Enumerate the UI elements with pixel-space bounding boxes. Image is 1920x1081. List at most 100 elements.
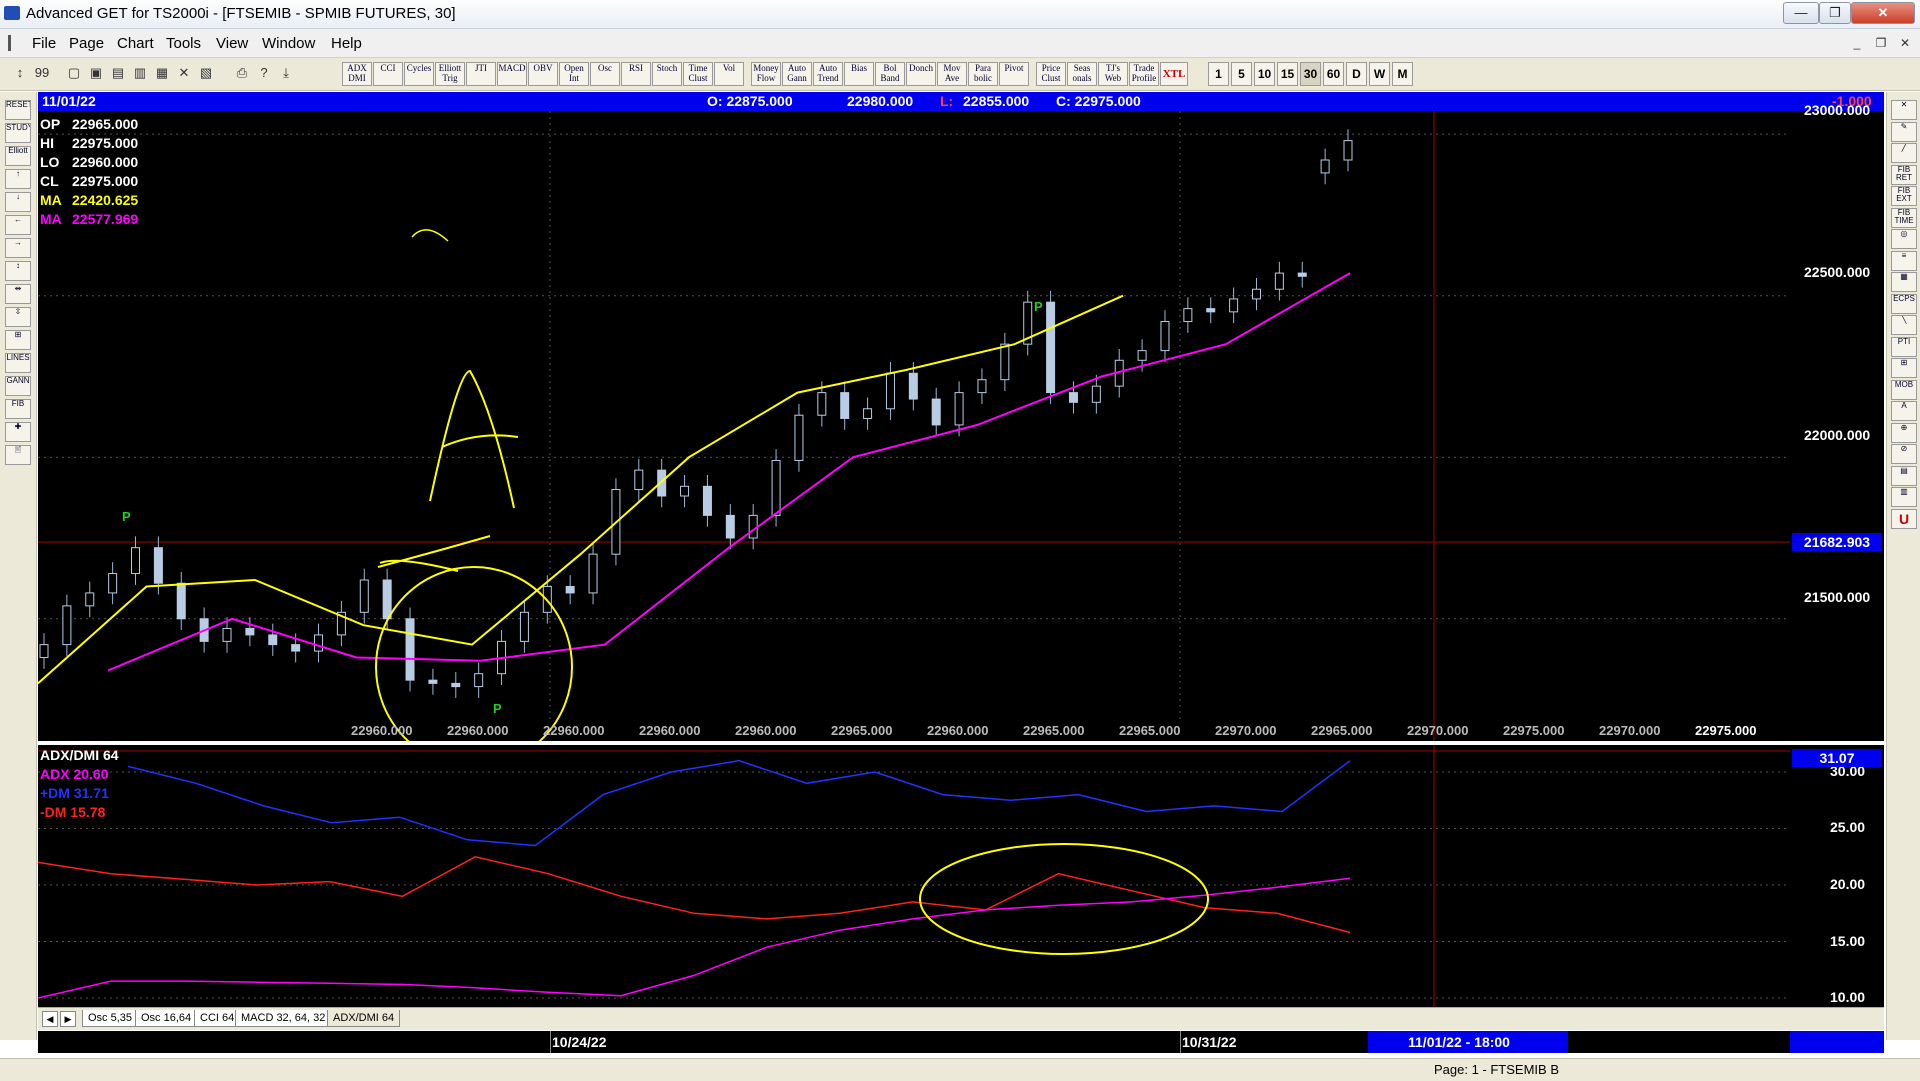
right-tool-19[interactable]: U: [1891, 508, 1917, 529]
menu-window[interactable]: Window: [262, 35, 315, 52]
study-money-flow[interactable]: Money Flow: [751, 62, 781, 86]
study-jti[interactable]: JTI: [466, 62, 496, 86]
right-tool-5[interactable]: FIB TIME: [1891, 207, 1917, 228]
left-tool-9[interactable]: ⇳: [5, 307, 31, 327]
left-tool-8[interactable]: ⇹: [5, 284, 31, 304]
right-tool-4[interactable]: FIB EXT: [1891, 186, 1917, 206]
timeframe-1[interactable]: 1: [1208, 62, 1229, 86]
tab-4[interactable]: ADX/DMI 64: [327, 1010, 401, 1027]
minimize-button[interactable]: —: [1783, 2, 1819, 24]
menu-chart[interactable]: Chart: [117, 35, 154, 52]
mdi-close-button[interactable]: ✕: [1896, 35, 1914, 51]
study-para-bolic[interactable]: Para bolic: [968, 62, 998, 86]
cursor-icon[interactable]: ↕: [10, 63, 30, 83]
study-pivot[interactable]: Pivot: [999, 62, 1029, 86]
right-tool-14[interactable]: A: [1891, 401, 1917, 421]
right-tool-10[interactable]: ╲: [1891, 315, 1917, 335]
adx-plot[interactable]: [38, 745, 1790, 1007]
right-tool-1[interactable]: ✎: [1891, 121, 1917, 142]
left-tool-12[interactable]: GANN: [5, 376, 31, 396]
right-tool-2[interactable]: ╱: [1891, 143, 1917, 163]
grid-icon[interactable]: ▧: [196, 63, 216, 83]
study-tj-s-web[interactable]: TJ's Web: [1098, 62, 1128, 86]
right-tool-7[interactable]: ≡: [1891, 250, 1917, 271]
delete-icon[interactable]: ✕: [174, 63, 194, 83]
close-button[interactable]: ✕: [1851, 2, 1915, 24]
study-osc[interactable]: Osc: [590, 62, 620, 86]
right-tool-18[interactable]: ▥: [1891, 487, 1917, 507]
timeframe-60[interactable]: 60: [1323, 62, 1344, 86]
price-scale[interactable]: 23000.000 22500.000 22000.000 21500.000 2168…: [1790, 102, 1884, 741]
left-tool-10[interactable]: ⊞: [5, 330, 31, 350]
timeframe-5[interactable]: 5: [1231, 62, 1252, 86]
study-auto-trend[interactable]: Auto Trend: [813, 62, 843, 86]
menu-page[interactable]: Page: [69, 35, 104, 52]
study-auto-gann[interactable]: Auto Gann: [782, 62, 812, 86]
study-adx-dmi[interactable]: ADX DMI: [342, 62, 372, 86]
right-tool-3[interactable]: FIB RET: [1891, 164, 1917, 185]
study-rsi[interactable]: RSI: [621, 62, 651, 86]
chart-icon[interactable]: ▥: [130, 63, 150, 83]
timeframe-d[interactable]: D: [1346, 62, 1367, 86]
mdi-minimize-button[interactable]: _: [1848, 35, 1866, 51]
left-tool-7[interactable]: ↕: [5, 261, 31, 281]
indicator-panel[interactable]: ADX/DMI 64 ADX 20.60 +DM 31.71 -DM 15.78: [38, 745, 1790, 1007]
study-seas-onals[interactable]: Seas onals: [1067, 62, 1097, 86]
left-tool-14[interactable]: ✚: [5, 422, 31, 442]
right-tool-13[interactable]: MOB: [1891, 379, 1917, 400]
save-icon[interactable]: ▤: [108, 63, 128, 83]
menu-help[interactable]: Help: [331, 35, 362, 52]
study-bias[interactable]: Bias: [844, 62, 874, 86]
study-cycles[interactable]: Cycles: [404, 62, 434, 86]
right-tool-17[interactable]: ▤: [1891, 465, 1917, 486]
right-tool-6[interactable]: ◎: [1891, 229, 1917, 249]
maximize-button[interactable]: ❐: [1819, 2, 1851, 24]
study-mov-ave[interactable]: Mov Ave: [937, 62, 967, 86]
left-tool-1[interactable]: STUDY: [5, 123, 31, 143]
menu-tools[interactable]: Tools: [166, 35, 201, 52]
study-trade-profile[interactable]: Trade Profile: [1129, 62, 1159, 86]
left-tool-13[interactable]: FIB: [5, 399, 31, 419]
left-tool-15[interactable]: 🖹: [5, 445, 31, 465]
tab-1[interactable]: Osc 16,64: [135, 1010, 198, 1027]
mdi-restore-button[interactable]: ❐: [1872, 35, 1890, 51]
timeframe-15[interactable]: 15: [1277, 62, 1298, 86]
new-page-icon[interactable]: ▢: [64, 63, 84, 83]
print-icon[interactable]: ⎙: [232, 63, 252, 83]
study-donch[interactable]: Donch: [906, 62, 936, 86]
study-vol[interactable]: Vol: [714, 62, 744, 86]
timeframe-30[interactable]: 30: [1300, 62, 1321, 86]
quote-icon[interactable]: 99: [32, 63, 52, 83]
right-tool-15[interactable]: ⊕: [1891, 422, 1917, 443]
study-price-clust[interactable]: Price Clust: [1036, 62, 1066, 86]
open-icon[interactable]: ▣: [86, 63, 106, 83]
left-tool-6[interactable]: →: [5, 238, 31, 258]
price-chart[interactable]: P P P OP 22965.000 HI 22975.000 LO 22960.000 CL 2…: [38, 111, 1790, 741]
right-tool-8[interactable]: ▦: [1891, 272, 1917, 292]
price-plot[interactable]: P P P: [38, 111, 1790, 741]
right-tool-0[interactable]: ✕: [1891, 100, 1917, 120]
study-bol-band[interactable]: Bol Band: [875, 62, 905, 86]
left-tool-4[interactable]: ↓: [5, 192, 31, 212]
indicator-scale[interactable]: 30.00 25.00 20.00 15.00 10.00 31.07: [1790, 745, 1884, 1007]
layout-icon[interactable]: ▦: [152, 63, 172, 83]
timeframe-m[interactable]: M: [1392, 62, 1413, 86]
tab-scroll-right[interactable]: ▶: [60, 1011, 76, 1027]
left-tool-2[interactable]: Elliott: [5, 146, 31, 166]
study-open-int[interactable]: Open Int: [559, 62, 589, 86]
study-time-clust[interactable]: Time Clust: [683, 62, 713, 86]
right-tool-16[interactable]: ⊘: [1891, 444, 1917, 464]
study-cci[interactable]: CCI: [373, 62, 403, 86]
left-tool-5[interactable]: ←: [5, 215, 31, 235]
context-help-icon[interactable]: ⤓: [276, 63, 296, 83]
timeframe-w[interactable]: W: [1369, 62, 1390, 86]
tab-3[interactable]: MACD 32, 64, 32: [235, 1010, 332, 1027]
right-tool-9[interactable]: ECPS: [1891, 293, 1917, 314]
tab-0[interactable]: Osc 5,35: [82, 1010, 139, 1027]
left-tool-11[interactable]: LINES: [5, 353, 31, 373]
timeframe-10[interactable]: 10: [1254, 62, 1275, 86]
right-tool-12[interactable]: ⊞: [1891, 358, 1917, 378]
tab-2[interactable]: CCI 64: [194, 1010, 241, 1027]
help-icon[interactable]: ?: [254, 63, 274, 83]
menu-view[interactable]: View: [216, 35, 248, 52]
